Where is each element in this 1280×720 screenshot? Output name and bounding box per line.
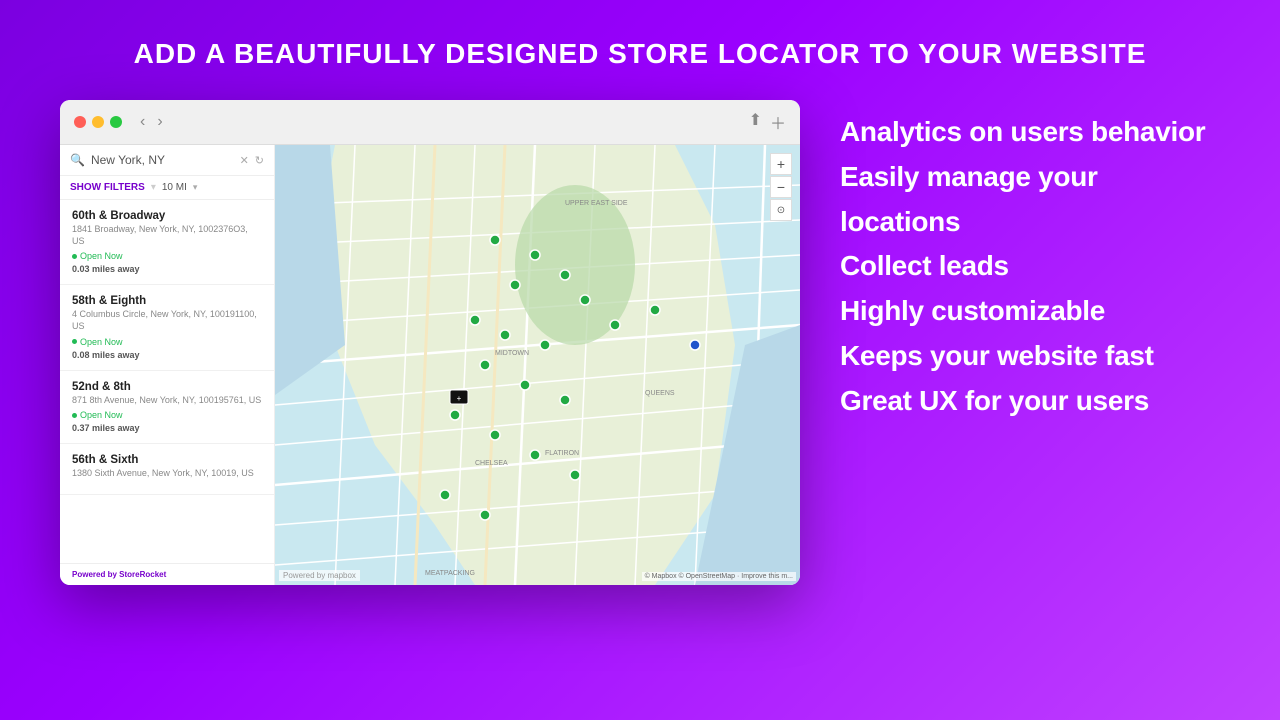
- traffic-light-yellow[interactable]: [92, 116, 104, 128]
- feature-item-5: Great UX for your users: [840, 379, 1220, 424]
- map-controls: + − ⊙: [770, 153, 792, 221]
- map-zoom-in-button[interactable]: +: [770, 153, 792, 175]
- share-icon[interactable]: ⬆: [749, 110, 762, 134]
- feature-item-1: Easily manage your locations: [840, 155, 1220, 245]
- search-icon: 🔍: [70, 153, 85, 167]
- svg-text:CHELSEA: CHELSEA: [475, 460, 508, 467]
- open-now-badge: Open Now: [72, 337, 262, 347]
- search-refresh-icon[interactable]: ↻: [255, 154, 264, 167]
- svg-text:+: +: [457, 394, 462, 403]
- feature-item-4: Keeps your website fast: [840, 334, 1220, 379]
- feature-item-2: Collect leads: [840, 244, 1220, 289]
- nav-back-button[interactable]: ‹: [136, 111, 149, 133]
- filter-distance: 10 MI: [162, 182, 187, 193]
- filter-bar: SHOW FILTERS ▾ 10 MI ▾: [60, 176, 274, 200]
- location-address: 1841 Broadway, New York, NY, 1002376O3, …: [72, 224, 262, 247]
- show-filters-button[interactable]: SHOW FILTERS: [70, 182, 145, 193]
- features-list: Analytics on users behaviorEasily manage…: [840, 100, 1220, 424]
- location-item[interactable]: 52nd & 8th 871 8th Avenue, New York, NY,…: [60, 371, 274, 445]
- map-attribution: © Mapbox © OpenStreetMap · Improve this …: [642, 572, 796, 581]
- content-row: ‹ › ⬆ ＋ 🔍 New York, NY ✕ ↻ SHOW FILTERS: [0, 100, 1280, 585]
- location-name: 56th & Sixth: [72, 454, 262, 466]
- search-clear-icon[interactable]: ✕: [240, 154, 249, 167]
- location-item[interactable]: 56th & Sixth 1380 Sixth Avenue, New York…: [60, 444, 274, 495]
- location-distance: 0.03 miles away: [72, 264, 262, 274]
- svg-text:MEATPACKING: MEATPACKING: [425, 570, 475, 577]
- map-compass-button[interactable]: ⊙: [770, 199, 792, 221]
- traffic-lights: [74, 116, 122, 128]
- traffic-light-red[interactable]: [74, 116, 86, 128]
- browser-toolbar: ‹ › ⬆ ＋: [60, 100, 800, 145]
- search-bar: 🔍 New York, NY ✕ ↻: [60, 145, 274, 176]
- toolbar-icons: ⬆ ＋: [749, 110, 786, 134]
- traffic-light-green[interactable]: [110, 116, 122, 128]
- open-now-badge: Open Now: [72, 251, 262, 261]
- feature-item-0: Analytics on users behavior: [840, 110, 1220, 155]
- location-list: 60th & Broadway 1841 Broadway, New York,…: [60, 200, 274, 563]
- location-name: 52nd & 8th: [72, 381, 262, 393]
- store-locator-sidebar: 🔍 New York, NY ✕ ↻ SHOW FILTERS ▾ 10 MI …: [60, 145, 275, 585]
- open-now-badge: Open Now: [72, 410, 262, 420]
- location-distance: 0.08 miles away: [72, 350, 262, 360]
- powered-by-brand: StoreRocket: [119, 570, 166, 579]
- page-title: ADD A BEAUTIFULLY DESIGNED STORE LOCATOR…: [134, 38, 1147, 70]
- map-svg: + UPPER EAST SIDE MIDTOWN CHELSEA FLATIR…: [275, 145, 800, 585]
- search-value: New York, NY: [91, 153, 234, 167]
- filter-divider: ▾: [151, 182, 156, 193]
- filter-distance-chevron[interactable]: ▾: [193, 182, 198, 193]
- location-address: 871 8th Avenue, New York, NY, 100195761,…: [72, 395, 262, 407]
- svg-text:QUEENS: QUEENS: [645, 390, 675, 397]
- nav-forward-button[interactable]: ›: [153, 111, 166, 133]
- powered-by: Powered by StoreRocket: [60, 563, 274, 585]
- location-address: 1380 Sixth Avenue, New York, NY, 10019, …: [72, 468, 262, 480]
- location-name: 58th & Eighth: [72, 295, 262, 307]
- location-item[interactable]: 58th & Eighth 4 Columbus Circle, New Yor…: [60, 285, 274, 370]
- location-item[interactable]: 60th & Broadway 1841 Broadway, New York,…: [60, 200, 274, 285]
- browser-body: 🔍 New York, NY ✕ ↻ SHOW FILTERS ▾ 10 MI …: [60, 145, 800, 585]
- browser-window: ‹ › ⬆ ＋ 🔍 New York, NY ✕ ↻ SHOW FILTERS: [60, 100, 800, 585]
- powered-by-prefix: Powered by: [72, 570, 119, 579]
- new-tab-icon[interactable]: ＋: [770, 110, 786, 134]
- map-zoom-out-button[interactable]: −: [770, 176, 792, 198]
- map-area: + UPPER EAST SIDE MIDTOWN CHELSEA FLATIR…: [275, 145, 800, 585]
- mapbox-logo: Powered by mapbox: [279, 570, 360, 581]
- svg-text:MIDTOWN: MIDTOWN: [495, 350, 529, 357]
- location-name: 60th & Broadway: [72, 210, 262, 222]
- feature-item-3: Highly customizable: [840, 289, 1220, 334]
- nav-buttons: ‹ ›: [136, 111, 167, 133]
- location-distance: 0.37 miles away: [72, 423, 262, 433]
- location-address: 4 Columbus Circle, New York, NY, 1001911…: [72, 309, 262, 332]
- svg-text:FLATIRON: FLATIRON: [545, 450, 579, 457]
- svg-text:UPPER EAST SIDE: UPPER EAST SIDE: [565, 200, 628, 207]
